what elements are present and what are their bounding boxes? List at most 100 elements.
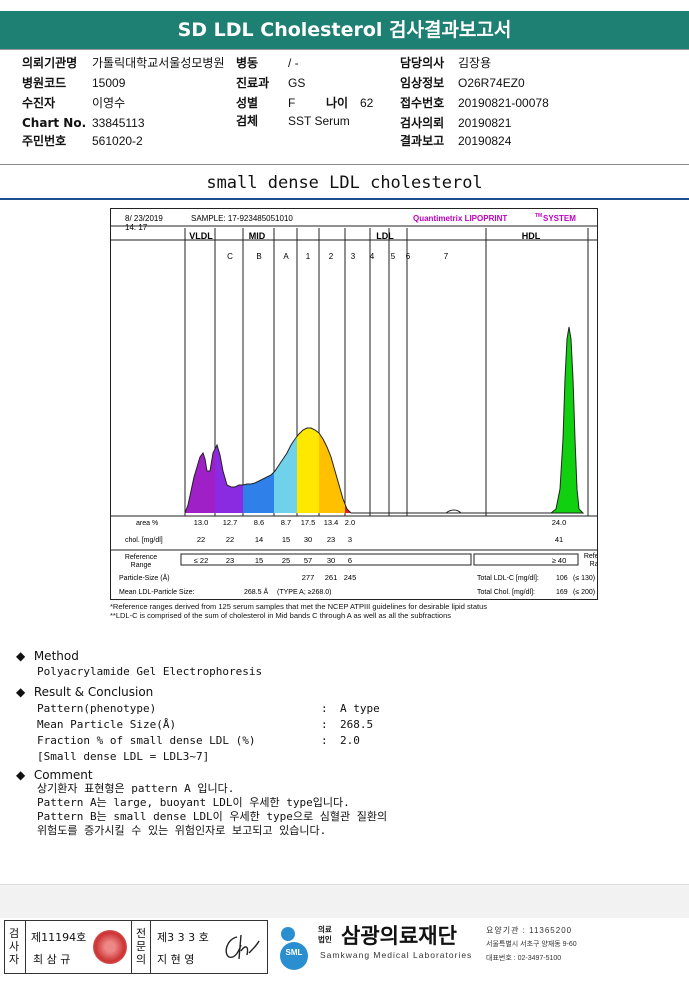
fraction-area-5	[319, 433, 345, 513]
band-label: 1	[306, 252, 311, 261]
chart-brand-suffix: SYSTEM	[543, 214, 576, 223]
comment-heading: ◆ Comment	[16, 767, 93, 783]
particle-size-value: 261	[325, 573, 338, 582]
footnote-1: *Reference ranges derived from 125 serum…	[110, 602, 487, 611]
chol-row-label: chol. [mg/dl]	[125, 537, 163, 544]
pattern-label: Pattern(phenotype)	[37, 702, 157, 715]
chart-no-value: 33845113	[92, 116, 145, 130]
chol-value: 3	[348, 535, 352, 544]
ref-value: 57	[304, 556, 312, 565]
band-label: 7	[444, 252, 449, 261]
doctor-label: 담당의사	[400, 56, 445, 70]
ref-right-label: Range	[590, 561, 598, 568]
tester-vertical-label: 검 사 자	[8, 927, 20, 966]
chol-value: 30	[304, 535, 312, 544]
group-label-hdl: HDL	[522, 231, 541, 241]
area-row-label: area %	[136, 520, 158, 527]
total-chol-label: Total Chol. [mg/dl]:	[477, 589, 535, 596]
sml-logo-icon	[280, 927, 308, 970]
sig-divider	[131, 921, 132, 973]
mean-ldl-value: 268.5 Å	[244, 587, 268, 596]
total-chol-ref: (≤ 200)	[573, 589, 595, 596]
diamond-bullet-icon: ◆	[16, 768, 26, 782]
footer-band	[0, 884, 689, 918]
particle-size-value: 245	[344, 573, 357, 582]
fraction-area-4	[297, 428, 319, 513]
fraction-area-2	[243, 472, 274, 513]
sml-logo-text: SML	[285, 948, 303, 957]
ref-row-label: Range	[131, 562, 152, 569]
specimen-label: 검체	[236, 114, 259, 128]
org-english-name: Samkwang Medical Laboratories	[320, 950, 473, 960]
chol-value: 41	[555, 535, 563, 544]
sex-value: F	[288, 96, 296, 110]
hospital-code-value: 15009	[92, 76, 126, 90]
tester-name: 최 삼 규	[33, 953, 71, 966]
group-label-mid: MID	[249, 231, 266, 241]
rrn-value: 561020-2	[92, 134, 143, 148]
lipoprint-svg: 8/ 23/201914: 17 SAMPLE: 17-923485051010 Q…	[111, 213, 598, 596]
sex-label: 성별	[236, 96, 259, 110]
band-label: 4	[370, 252, 375, 261]
chol-value: 15	[282, 535, 290, 544]
patient-name-label: 수진자	[22, 96, 56, 110]
hdl-peak	[549, 326, 585, 514]
method-text: Polyacrylamide Gel Electrophoresis	[37, 665, 263, 678]
comment-line-3: Pattern B는 small dense LDL이 우세한 type으로 심…	[37, 810, 388, 823]
area-value: 13.0	[194, 518, 209, 527]
comment-title: Comment	[33, 768, 93, 782]
frac-colon: :	[321, 734, 328, 747]
method-heading: ◆ Method	[16, 648, 79, 664]
area-value: 24.0	[552, 518, 567, 527]
org-address: 서울특별시 서초구 양재동 9-60	[486, 941, 577, 948]
dept-label: 진료과	[236, 76, 270, 90]
mean-ldl-label: Mean LDL-Particle Size:	[119, 589, 195, 596]
frac-value: 2.0	[340, 734, 360, 747]
sig-divider	[25, 921, 26, 973]
institution-value: 가톨릭대학교서울성모병원	[92, 56, 225, 70]
area-value: 13.4	[324, 518, 339, 527]
ref-row-label: Reference	[125, 554, 157, 561]
section-title: small dense LDL cholesterol	[206, 173, 483, 193]
report-date-value: 20190824	[458, 134, 512, 148]
band-label: 6	[406, 252, 411, 261]
band-label: A	[283, 252, 289, 261]
result-heading: ◆ Result & Conclusion	[16, 684, 153, 700]
ref-right-label: Reference	[584, 553, 598, 560]
sig-divider	[150, 921, 151, 973]
comment-line-1: 상기환자 표현형은 pattern A 입니다.	[37, 782, 235, 795]
request-label: 검사의뢰	[400, 116, 445, 130]
particle-size-label: Particle-Size (Å)	[119, 573, 170, 582]
ward-value: / -	[288, 56, 299, 70]
patient-name-value: 이영수	[92, 96, 126, 110]
diamond-bullet-icon: ◆	[16, 685, 26, 699]
hospital-code-label: 병원코드	[22, 76, 67, 90]
dept-value: GS	[288, 76, 306, 90]
section-divider	[0, 198, 689, 200]
report-title: SD LDL Cholesterol 검사결과보고서	[0, 11, 689, 49]
ref-value: ≤ 22	[194, 556, 209, 565]
ref-value: 25	[282, 556, 290, 565]
chol-value: 22	[197, 535, 205, 544]
age-label: 나이	[326, 96, 349, 110]
request-value: 20190821	[458, 116, 512, 130]
mps-label: Mean Particle Size(Å)	[37, 718, 177, 731]
diamond-bullet-icon: ◆	[16, 649, 26, 663]
ref-value: 6	[348, 556, 352, 565]
comment-line-4: 위험도를 증가시킬 수 있는 위험인자로 보고되고 있습니다.	[37, 824, 327, 837]
chol-value: 14	[255, 535, 263, 544]
institution-label: 의뢰기관명	[22, 56, 78, 70]
ref-value: ≥ 40	[552, 556, 567, 565]
receipt-label: 접수번호	[400, 96, 445, 110]
org-badge-bottom: 법인	[318, 935, 332, 944]
chart-time: 14: 17	[125, 223, 148, 232]
method-title: Method	[33, 649, 79, 663]
particle-size-value: 277	[302, 573, 315, 582]
comment-line-2: Pattern A는 large, buoyant LDL이 우세한 type입…	[37, 796, 350, 809]
org-phone: 대표번호 : 02-3497-5100	[486, 955, 562, 962]
area-value: 2.0	[345, 518, 355, 527]
org-badge-top: 의료	[318, 925, 332, 934]
total-ldl-value: 106	[556, 575, 568, 582]
group-label-vldl: VLDL	[189, 231, 213, 241]
ref-value: 15	[255, 556, 263, 565]
